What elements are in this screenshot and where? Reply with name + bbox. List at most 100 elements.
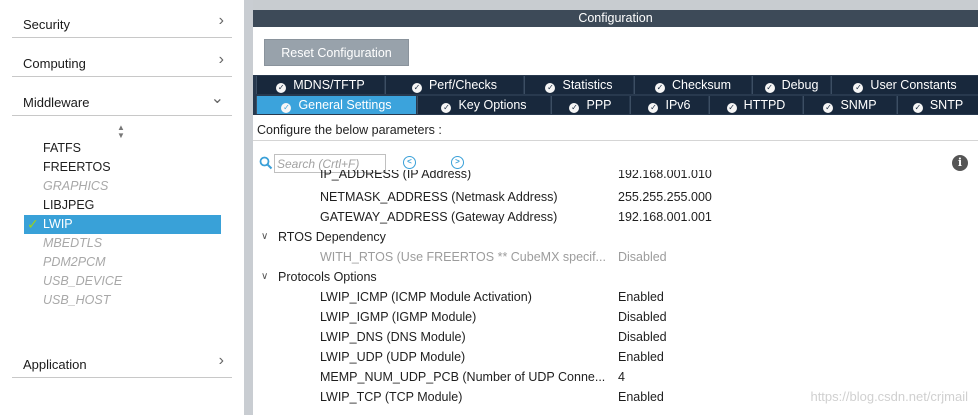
tab-key-options[interactable]: ✓ Key Options xyxy=(417,96,550,114)
tab-label: SNMP xyxy=(840,98,877,112)
category-label: Application xyxy=(23,357,87,372)
check-circle-icon: ✓ xyxy=(276,83,287,93)
middleware-item-fatfs[interactable]: FATFS xyxy=(24,139,221,158)
info-icon[interactable]: i xyxy=(952,155,968,171)
param-row-with-rtos[interactable]: WITH_RTOS (Use FREERTOS ** CubeMX specif… xyxy=(253,247,978,267)
param-row-lwip-igmp[interactable]: LWIP_IGMP (IGMP Module) Disabled xyxy=(253,307,978,327)
middleware-item-usb-host[interactable]: USB_HOST xyxy=(24,291,221,310)
check-circle-icon: ✓ xyxy=(912,103,923,113)
tab-snmp[interactable]: ✓ SNMP xyxy=(803,96,896,114)
tab-mdns-tftp[interactable]: ✓ MDNS/TFTP xyxy=(256,76,384,94)
parameter-tree: IP_ADDRESS (IP Address) 192.168.001.010 … xyxy=(253,170,978,415)
param-row-ip-address[interactable]: IP_ADDRESS (IP Address) 192.168.001.010 xyxy=(253,170,978,184)
group-label: Protocols Options xyxy=(278,270,377,284)
tab-user-constants[interactable]: ✓ User Constants xyxy=(831,76,978,94)
tab-ipv6[interactable]: ✓ IPv6 xyxy=(630,96,708,114)
param-value: Disabled xyxy=(618,310,667,324)
category-middleware[interactable]: Middleware ⌄ xyxy=(12,86,232,116)
check-circle-icon: ✓ xyxy=(441,103,452,113)
tab-ppp[interactable]: ✓ PPP xyxy=(551,96,629,114)
tab-label: IPv6 xyxy=(665,98,691,112)
param-name: GATEWAY_ADDRESS (Gateway Address) xyxy=(320,210,558,224)
middleware-item-mbedtls[interactable]: MBEDTLS xyxy=(24,234,221,253)
param-name: LWIP_DNS (DNS Module) xyxy=(320,330,466,344)
panel-splitter[interactable] xyxy=(244,0,253,415)
middleware-item-label: USB_HOST xyxy=(43,293,111,307)
tab-label: SNTP xyxy=(929,98,964,112)
tab-statistics[interactable]: ✓ Statistics xyxy=(524,76,633,94)
group-label: RTOS Dependency xyxy=(278,230,386,244)
param-value: Disabled xyxy=(618,250,667,264)
chevron-right-icon: › xyxy=(218,352,224,369)
middleware-item-label: USB_DEVICE xyxy=(43,274,123,288)
param-row-netmask[interactable]: NETMASK_ADDRESS (Netmask Address) 255.25… xyxy=(253,187,978,207)
param-row-lwip-udp[interactable]: LWIP_UDP (UDP Module) Enabled xyxy=(253,347,978,367)
check-circle-icon: ✓ xyxy=(648,103,659,113)
param-name: LWIP_ICMP (ICMP Module Activation) xyxy=(320,290,532,304)
param-row-memp-num-udp-pcb[interactable]: MEMP_NUM_UDP_PCB (Number of UDP Conne...… xyxy=(253,367,978,387)
middleware-item-label: FREERTOS xyxy=(43,160,111,174)
check-circle-icon: ✓ xyxy=(853,83,864,93)
tab-checksum[interactable]: ✓ Checksum xyxy=(634,76,751,94)
category-application[interactable]: Application › xyxy=(12,348,232,378)
checkmark-icon: ✓ xyxy=(27,216,39,232)
middleware-item-libjpeg[interactable]: LIBJPEG xyxy=(24,196,221,215)
middleware-item-label: FATFS xyxy=(43,141,81,155)
check-circle-icon: ✓ xyxy=(545,83,556,93)
category-label: Computing xyxy=(23,56,86,71)
tab-row-2: ✓ General Settings ✓ Key Options ✓ PPP ✓ IPv… xyxy=(253,95,978,115)
tab-label: MDNS/TFTP xyxy=(293,78,365,92)
param-value: 192.168.001.010 xyxy=(618,170,712,181)
param-row-gateway[interactable]: GATEWAY_ADDRESS (Gateway Address) 192.16… xyxy=(253,207,978,227)
configuration-title: Configuration xyxy=(253,10,978,27)
tab-httpd[interactable]: ✓ HTTPD xyxy=(709,96,802,114)
tab-sntp[interactable]: ✓ SNTP xyxy=(897,96,978,114)
middleware-item-label: LWIP xyxy=(43,217,73,231)
search-icon xyxy=(259,156,273,170)
chevron-right-icon: › xyxy=(218,51,224,68)
check-circle-icon: ✓ xyxy=(654,83,665,93)
watermark-text: https://blog.csdn.net/crjmail xyxy=(810,389,968,404)
tab-row-1: ✓ MDNS/TFTP ✓ Perf/Checks ✓ Statistics ✓ Che… xyxy=(253,75,978,95)
param-name: LWIP_TCP (TCP Module) xyxy=(320,390,463,404)
param-name: NETMASK_ADDRESS (Netmask Address) xyxy=(320,190,558,204)
tab-perf-checks[interactable]: ✓ Perf/Checks xyxy=(385,76,523,94)
tab-general-settings[interactable]: ✓ General Settings xyxy=(256,96,416,114)
param-value: Enabled xyxy=(618,390,664,404)
param-row-lwip-dns[interactable]: LWIP_DNS (DNS Module) Disabled xyxy=(253,327,978,347)
reset-configuration-button[interactable]: Reset Configuration xyxy=(264,39,409,66)
search-previous-icon[interactable]: < xyxy=(403,156,416,169)
tab-label: Debug xyxy=(781,78,819,92)
param-value: 255.255.255.000 xyxy=(618,190,712,204)
check-circle-icon: ✓ xyxy=(823,103,834,113)
sort-icon[interactable]: ▲ ▼ xyxy=(117,124,125,140)
middleware-item-freertos[interactable]: FREERTOS xyxy=(24,158,221,177)
middleware-item-label: MBEDTLS xyxy=(43,236,103,250)
search-next-icon[interactable]: > xyxy=(451,156,464,169)
middleware-item-pdm2pcm[interactable]: PDM2PCM xyxy=(24,253,221,272)
category-computing[interactable]: Computing › xyxy=(12,47,232,77)
category-security[interactable]: Security › xyxy=(12,8,232,38)
check-circle-icon: ✓ xyxy=(569,103,580,113)
configure-instructions: Configure the below parameters : xyxy=(253,119,978,141)
middleware-item-graphics[interactable]: GRAPHICS xyxy=(24,177,221,196)
param-value: Enabled xyxy=(618,290,664,304)
group-protocols-options[interactable]: ∨ Protocols Options xyxy=(253,267,978,287)
tab-label: HTTPD xyxy=(743,98,786,112)
category-label: Middleware xyxy=(23,95,90,110)
tab-label: Key Options xyxy=(458,98,527,112)
param-value: Disabled xyxy=(618,330,667,344)
tab-debug[interactable]: ✓ Debug xyxy=(752,76,830,94)
middleware-item-label: GRAPHICS xyxy=(43,179,109,193)
middleware-item-label: LIBJPEG xyxy=(43,198,95,212)
param-row-lwip-icmp[interactable]: LWIP_ICMP (ICMP Module Activation) Enabl… xyxy=(253,287,978,307)
middleware-item-usb-device[interactable]: USB_DEVICE xyxy=(24,272,221,291)
group-rtos-dependency[interactable]: ∨ RTOS Dependency xyxy=(253,227,978,247)
middleware-item-label: PDM2PCM xyxy=(43,255,106,269)
stm32cubemx-window: Security › Computing › Middleware ⌄ ▲ ▼ F… xyxy=(0,0,978,415)
category-label: Security xyxy=(23,17,70,32)
param-value: Enabled xyxy=(618,350,664,364)
chevron-down-icon: ⌄ xyxy=(210,90,224,107)
middleware-item-lwip[interactable]: ✓ LWIP xyxy=(24,215,221,234)
tab-label: Checksum xyxy=(671,78,732,92)
